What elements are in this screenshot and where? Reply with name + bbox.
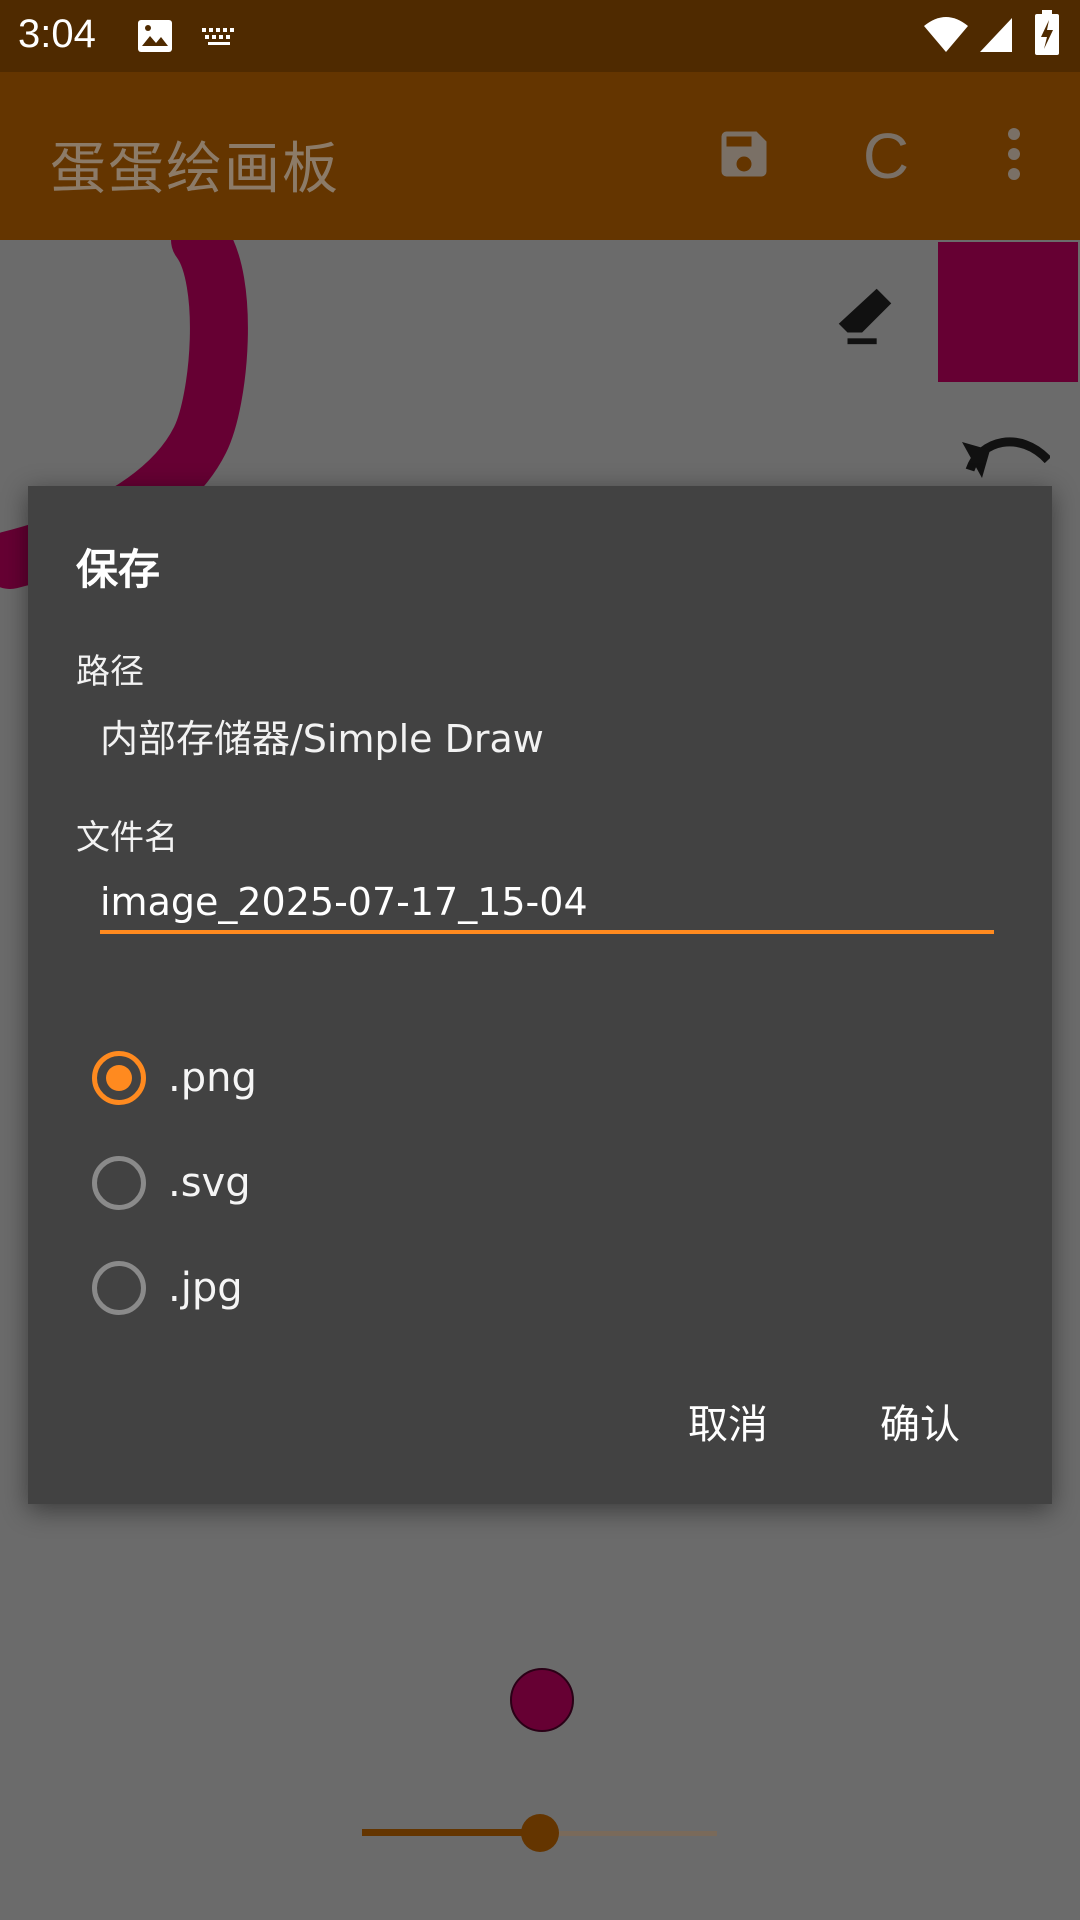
save-button[interactable] bbox=[704, 116, 784, 196]
status-bar: 3:04 bbox=[0, 0, 1080, 72]
dialog-title: 保存 bbox=[76, 545, 161, 594]
cancel-button[interactable]: 取消 bbox=[688, 1392, 768, 1450]
slider-fill bbox=[362, 1829, 540, 1836]
save-icon bbox=[714, 124, 774, 188]
radio-png[interactable] bbox=[92, 1051, 146, 1105]
undo-button[interactable] bbox=[960, 430, 1052, 484]
confirm-button[interactable]: 确认 bbox=[880, 1392, 960, 1450]
app-title: 蛋蛋绘画板 bbox=[50, 137, 340, 202]
brush-preview-dot bbox=[510, 1668, 574, 1732]
format-label-svg: .svg bbox=[168, 1160, 251, 1206]
format-option-jpg[interactable]: .jpg bbox=[92, 1253, 243, 1323]
keyboard-icon bbox=[200, 26, 240, 52]
path-label: 路径 bbox=[76, 652, 144, 692]
eraser-icon bbox=[830, 288, 900, 354]
radio-svg[interactable] bbox=[92, 1156, 146, 1210]
signal-icon bbox=[978, 14, 1014, 58]
app-toolbar: 蛋蛋绘画板 C bbox=[0, 72, 1080, 240]
format-label-jpg: .jpg bbox=[168, 1265, 243, 1311]
more-vert-icon bbox=[1004, 126, 1024, 186]
format-label-png: .png bbox=[168, 1055, 257, 1101]
format-option-svg[interactable]: .svg bbox=[92, 1148, 251, 1218]
filename-field[interactable] bbox=[100, 874, 994, 934]
status-time: 3:04 bbox=[18, 12, 96, 56]
clear-button[interactable]: C bbox=[846, 116, 926, 196]
more-options-button[interactable] bbox=[974, 116, 1054, 196]
undo-icon bbox=[960, 437, 1052, 484]
format-option-png[interactable]: .png bbox=[92, 1043, 257, 1113]
filename-label: 文件名 bbox=[76, 818, 178, 858]
battery-charging-icon bbox=[1034, 10, 1060, 60]
radio-jpg[interactable] bbox=[92, 1261, 146, 1315]
path-value[interactable]: 内部存储器/Simple Draw bbox=[100, 708, 544, 763]
wifi-icon bbox=[922, 14, 970, 58]
image-icon bbox=[136, 18, 174, 58]
save-dialog: 保存 路径 内部存储器/Simple Draw 文件名 .png .svg .j… bbox=[28, 486, 1052, 1504]
color-swatch[interactable] bbox=[938, 242, 1078, 382]
eraser-button[interactable] bbox=[830, 280, 900, 354]
slider-thumb[interactable] bbox=[521, 1814, 559, 1852]
